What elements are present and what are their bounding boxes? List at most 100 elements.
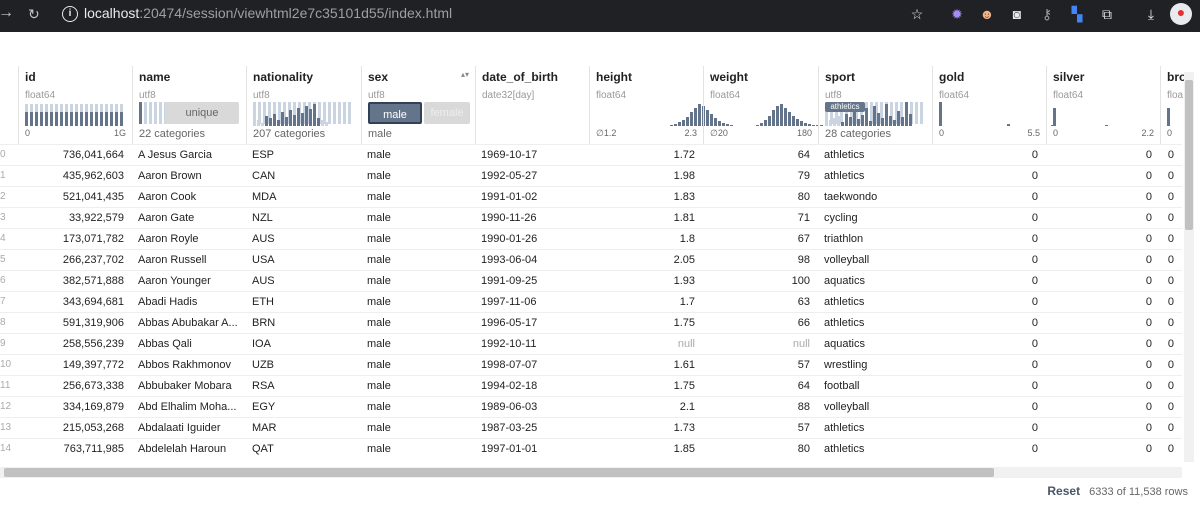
cell-s: 0 bbox=[1145, 275, 1152, 287]
histogram-bar bbox=[686, 117, 689, 126]
site-info-icon[interactable]: i bbox=[62, 6, 78, 23]
row-index: 8 bbox=[0, 317, 6, 328]
column-header-nationality[interactable]: nationality utf8 207 categories bbox=[246, 66, 361, 144]
cell-w: 67 bbox=[797, 233, 810, 245]
table-row[interactable]: 1 435,962,603 Aaron Brown CAN male 1992-05-27… bbox=[0, 165, 1182, 187]
horizontal-scrollbar[interactable] bbox=[0, 467, 1182, 478]
cell-bronze: 0 bbox=[1167, 422, 1174, 434]
extension-key-icon[interactable]: ⚷ bbox=[1038, 5, 1056, 23]
cell-dob: 1989-06-03 bbox=[481, 401, 538, 413]
cell-sport: cycling bbox=[824, 212, 858, 224]
table-row[interactable]: 3 33,922,579 Aaron Gate NZL male 1990-11-26 1.… bbox=[0, 207, 1182, 229]
vertical-scroll-thumb[interactable] bbox=[1185, 80, 1193, 230]
table-row[interactable]: 0 736,041,664 A Jesus Garcia ESP male 1969-10… bbox=[0, 144, 1182, 166]
sort-icon[interactable]: ▴▾ bbox=[461, 71, 469, 82]
reset-button[interactable]: Reset bbox=[1047, 484, 1080, 498]
column-header-name[interactable]: name utf8 22 categories unique bbox=[132, 66, 246, 144]
cell-bronze: 0 bbox=[1167, 296, 1174, 308]
cell-s: 0 bbox=[1145, 212, 1152, 224]
cell-dob: 1992-10-11 bbox=[481, 338, 537, 350]
extensions-puzzle-icon[interactable]: ⧉ bbox=[1098, 5, 1116, 23]
column-header-date_of_birth[interactable]: date_of_birth date32[day] bbox=[475, 66, 589, 144]
download-icon[interactable]: ⤓ bbox=[1142, 5, 1160, 23]
cell-h: 1.81 bbox=[673, 212, 695, 224]
column-type: date32[day] bbox=[482, 90, 535, 101]
histogram-bar bbox=[269, 118, 272, 126]
profile-avatar-icon[interactable]: ● bbox=[1170, 3, 1192, 25]
table-row[interactable]: 7 343,694,681 Abadi Hadis ETH male 1997-11-06… bbox=[0, 291, 1182, 313]
histogram-bar bbox=[845, 114, 848, 126]
histogram-bar bbox=[841, 122, 844, 126]
histogram-bar bbox=[939, 102, 942, 126]
histogram-bar bbox=[772, 110, 775, 126]
cell-w: null bbox=[792, 338, 810, 350]
cell-h: null bbox=[677, 338, 695, 350]
cell-nat: MDA bbox=[252, 191, 277, 203]
table-row[interactable]: 14 763,711,985 Abdelelah Haroun QAT male 1997… bbox=[0, 438, 1182, 460]
cell-sex: male bbox=[367, 338, 391, 350]
histogram-bar bbox=[325, 122, 328, 126]
extension-blue-icon[interactable]: ▚ bbox=[1068, 5, 1086, 23]
column-header-sport[interactable]: sport utf8 28 categories athletics bbox=[818, 66, 932, 144]
extension-face-icon[interactable]: ☻ bbox=[978, 5, 996, 23]
cell-sex: male bbox=[367, 380, 391, 392]
histogram-bar bbox=[678, 122, 681, 126]
filter-female-pill[interactable]: female bbox=[424, 102, 470, 124]
column-header-gold[interactable]: gold float64 0 5.5 bbox=[932, 66, 1054, 144]
table-row[interactable]: 13 215,053,268 Abdalaati Iguider MAR male 198… bbox=[0, 417, 1182, 439]
column-header-height[interactable]: height float64 ∅1.2 2.3 bbox=[589, 66, 733, 144]
column-header-id[interactable]: id float64 0 1G bbox=[18, 66, 132, 144]
cell-name: Aaron Younger bbox=[138, 275, 211, 287]
histogram-bar bbox=[897, 111, 900, 126]
cell-bronze: 0 bbox=[1167, 170, 1174, 182]
cell-nat: IOA bbox=[252, 338, 271, 350]
address-bar[interactable]: i localhost:20474/session/viewhtml2e7c351… bbox=[54, 2, 934, 24]
table-row[interactable]: 2 521,041,435 Aaron Cook MDA male 1991-01-02 1… bbox=[0, 186, 1182, 208]
cell-dob: 1993-06-04 bbox=[481, 254, 538, 266]
cell-name: Aaron Royle bbox=[138, 233, 199, 245]
histogram-bar bbox=[885, 104, 888, 126]
table-row[interactable]: 11 256,673,338 Abbubaker Mobara RSA male 1994… bbox=[0, 375, 1182, 397]
category-summary: male bbox=[368, 128, 392, 140]
unique-pill[interactable]: unique bbox=[165, 102, 239, 124]
table-row[interactable]: 9 258,556,239 Abbas Qali IOA male 1992-10-11 n… bbox=[0, 333, 1182, 355]
row-index: 6 bbox=[0, 275, 6, 286]
table-row[interactable]: 10 149,397,772 Abbos Rakhmonov UZB male 1998-… bbox=[0, 354, 1182, 376]
histogram-bar bbox=[829, 120, 832, 126]
top-category-pill[interactable]: athletics bbox=[825, 102, 865, 112]
cell-dob: 1991-09-25 bbox=[481, 275, 538, 287]
range-min: 0 bbox=[939, 128, 945, 138]
cell-dob: 1994-02-18 bbox=[481, 380, 538, 392]
vertical-scrollbar[interactable] bbox=[1184, 72, 1194, 462]
cell-dob: 1990-11-26 bbox=[481, 212, 537, 224]
column-type: utf8 bbox=[368, 90, 385, 101]
column-header-sex[interactable]: sex utf8 ▴▾ male male female bbox=[361, 66, 475, 144]
camera-icon[interactable]: ◙ bbox=[1008, 5, 1026, 23]
histogram-bar bbox=[690, 112, 693, 126]
cell-sport: football bbox=[824, 380, 860, 392]
column-name: height bbox=[596, 70, 632, 84]
cell-h: 1.85 bbox=[673, 443, 695, 455]
reload-icon[interactable]: ↻ bbox=[28, 6, 40, 23]
extension-gear-icon[interactable]: ✹ bbox=[948, 5, 966, 23]
cell-w: 57 bbox=[797, 422, 810, 434]
table-row[interactable]: 8 591,319,906 Abbas Abubakar A... BRN male 19… bbox=[0, 312, 1182, 334]
column-name: weight bbox=[710, 70, 748, 84]
filter-male-pill[interactable]: male bbox=[368, 102, 422, 124]
cell-sport: athletics bbox=[824, 170, 865, 182]
table-row[interactable]: 4 173,071,782 Aaron Royle AUS male 1990-01-26… bbox=[0, 228, 1182, 250]
column-header-silver[interactable]: silver float64 0 2.2 bbox=[1046, 66, 1160, 144]
table-row[interactable]: 6 382,571,888 Aaron Younger AUS male 1991-09-… bbox=[0, 270, 1182, 292]
cell-sex: male bbox=[367, 296, 391, 308]
back-icon[interactable]: → bbox=[0, 4, 14, 22]
column-header-weight[interactable]: weight float64 ∅20 180 bbox=[703, 66, 823, 144]
cell-h: 1.72 bbox=[673, 149, 695, 161]
horizontal-scroll-thumb[interactable] bbox=[4, 468, 994, 477]
bookmark-star-icon[interactable]: ☆ bbox=[908, 5, 926, 23]
table-row[interactable]: 12 334,169,879 Abd Elhalim Moha... EGY male 1… bbox=[0, 396, 1182, 418]
row-index: 12 bbox=[0, 401, 12, 412]
table-footer: Reset 6333 of 11,538 rows bbox=[1047, 484, 1188, 498]
histogram-bar bbox=[670, 125, 673, 126]
cell-g: 0 bbox=[1031, 359, 1038, 371]
table-row[interactable]: 5 266,237,702 Aaron Russell USA male 1993-06-… bbox=[0, 249, 1182, 271]
